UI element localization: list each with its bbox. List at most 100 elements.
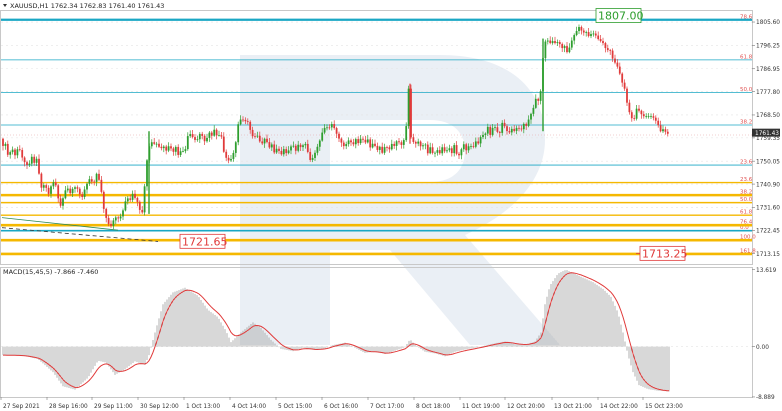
candle-body xyxy=(105,208,108,218)
candle-body xyxy=(390,143,393,150)
candle-body xyxy=(462,144,465,150)
candle-body xyxy=(352,142,355,145)
candle-body xyxy=(292,145,295,147)
candle-body xyxy=(93,181,96,183)
candle-body xyxy=(503,122,506,127)
candle-body xyxy=(117,217,120,219)
candle-body xyxy=(47,187,50,194)
collapse-triangle-icon[interactable] xyxy=(3,4,7,7)
candle-body xyxy=(311,157,314,160)
candle-body xyxy=(400,142,403,145)
candle-body xyxy=(446,150,448,152)
candle-body xyxy=(443,147,446,152)
candle-body xyxy=(525,123,528,126)
candle-body xyxy=(239,119,242,125)
candle-body xyxy=(30,156,33,164)
time-axis-label-12: 13 Oct 21:00 xyxy=(554,404,592,410)
candle-body xyxy=(434,152,436,154)
candle-body xyxy=(160,146,163,149)
candle-body xyxy=(537,98,540,101)
fib-label-lower-2: 50.0 xyxy=(740,197,753,203)
fib-label-lower-5: 100.0 xyxy=(740,235,756,241)
candle-body xyxy=(465,144,468,151)
candle-body xyxy=(95,173,98,182)
candle-body xyxy=(498,131,501,133)
candle-body xyxy=(470,146,472,147)
time-axis-label-11: 12 Oct 20:00 xyxy=(507,404,545,410)
candle-body xyxy=(460,149,463,156)
candle-body xyxy=(182,151,184,152)
candle-body xyxy=(551,41,554,44)
candle-body xyxy=(395,141,398,146)
candle-body xyxy=(227,157,230,161)
candle-body xyxy=(398,141,400,143)
candle-body xyxy=(362,138,364,140)
price-panel[interactable]: 78.661.850.038.223.60.023.638.250.061.87… xyxy=(0,8,757,265)
candle-body xyxy=(638,108,640,111)
candle-body xyxy=(616,62,619,67)
candle-body xyxy=(402,140,405,145)
candle-body xyxy=(347,140,350,145)
candle-body xyxy=(40,173,43,188)
trading-chart[interactable]: 78.661.850.038.223.60.023.638.250.061.87… xyxy=(0,0,782,411)
candle-body xyxy=(486,126,489,134)
candle-body xyxy=(88,179,91,184)
candle-body xyxy=(64,190,67,199)
candle-body xyxy=(558,42,561,45)
candle-body xyxy=(165,146,168,151)
macd-panel[interactable] xyxy=(0,267,753,398)
candle-body xyxy=(609,50,612,51)
candle-body xyxy=(419,141,422,147)
candle-body xyxy=(196,139,199,141)
fib-label-lower-0: 23.6 xyxy=(740,177,753,183)
candle-body xyxy=(657,120,660,126)
candle-body xyxy=(237,124,240,143)
candle-body xyxy=(587,32,590,37)
candle-body xyxy=(407,88,410,127)
candle-body xyxy=(513,128,516,131)
candle-body xyxy=(530,113,532,120)
watermark-logo xyxy=(240,55,560,345)
candle-body xyxy=(568,47,571,53)
time-axis-label-13: 14 Oct 22:00 xyxy=(600,404,638,410)
candle-body xyxy=(621,73,624,83)
candle-body xyxy=(9,152,12,155)
candle-body xyxy=(26,162,28,165)
candle-body xyxy=(467,146,470,151)
price-axis-label-1: 1796.25 xyxy=(756,44,780,50)
current-price-label: 1761.43 xyxy=(755,131,779,137)
candle-body xyxy=(62,198,64,206)
candle-body xyxy=(285,149,288,154)
candle-body xyxy=(354,139,357,145)
candle-body xyxy=(573,35,576,41)
candle-body xyxy=(561,44,564,49)
price-axis-label-3: 1777.80 xyxy=(756,90,780,96)
candle-body xyxy=(81,194,84,197)
candle-body xyxy=(162,146,165,149)
candle-body xyxy=(333,124,336,129)
candle-body xyxy=(458,153,460,156)
candle-body xyxy=(124,201,127,211)
candle-body xyxy=(141,209,144,213)
candle-body xyxy=(158,143,160,147)
candle-body xyxy=(510,128,513,133)
candle-body xyxy=(450,148,453,154)
candle-body xyxy=(114,217,117,221)
candle-body xyxy=(100,179,103,192)
candle-body xyxy=(244,119,247,122)
candle-body xyxy=(83,189,86,197)
candle-body xyxy=(518,127,520,129)
candle-body xyxy=(494,127,496,129)
candle-body xyxy=(23,157,26,163)
candle-body xyxy=(414,141,417,144)
candle-body xyxy=(14,149,16,156)
candle-body xyxy=(294,145,297,151)
candle-body xyxy=(527,119,530,126)
candle-body xyxy=(597,35,600,40)
candle-body xyxy=(76,187,79,189)
time-axis-label-9: 8 Oct 18:00 xyxy=(416,404,450,410)
candle-body xyxy=(119,216,122,219)
candle-body xyxy=(482,134,484,138)
candle-body xyxy=(532,107,535,114)
candle-body xyxy=(472,146,475,147)
